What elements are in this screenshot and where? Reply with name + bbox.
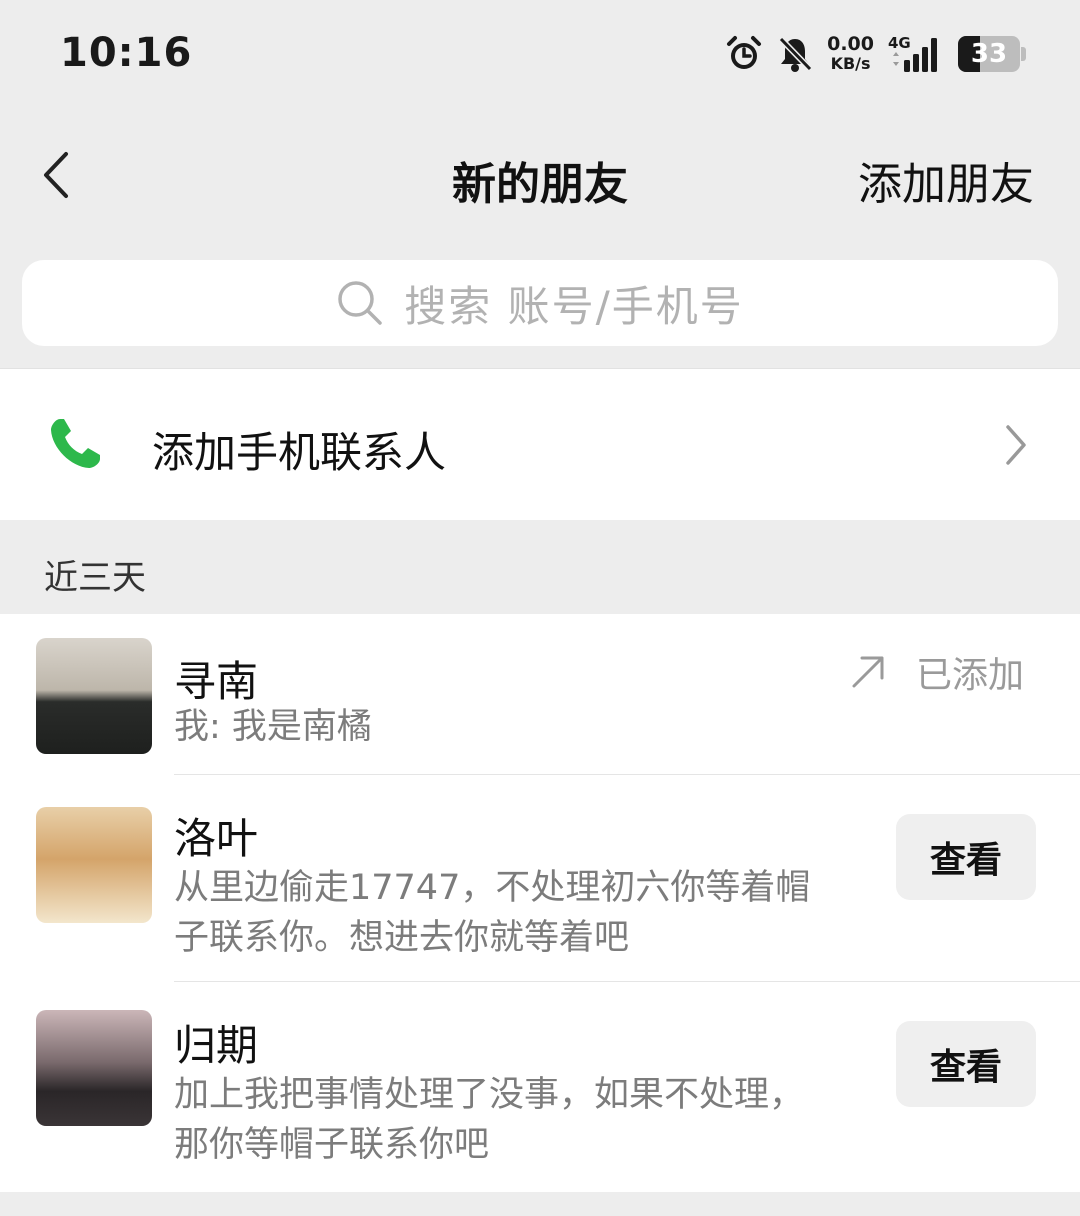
section-label: 近三天 — [44, 558, 146, 598]
alarm-icon — [727, 36, 762, 69]
net-speed: 0.00 KB/s — [827, 34, 874, 74]
arrow-up-right-icon — [852, 656, 884, 688]
status-badge: 已添加 — [848, 646, 1024, 698]
battery-level: 33 — [970, 39, 1008, 69]
net-speed-value: 0.00 — [827, 33, 874, 55]
contact-name: 寻南 — [174, 657, 259, 706]
search-icon — [338, 281, 382, 325]
contact-name: 洛叶 — [174, 814, 259, 863]
chevron-right-icon — [1006, 425, 1026, 465]
net-speed-unit: KB/s — [830, 54, 871, 73]
status-label: 已添加 — [915, 655, 1024, 696]
search-placeholder: 搜索 账号/手机号 — [404, 281, 744, 331]
list-item[interactable]: 洛叶 从里边偷走17747，不处理初六你等着帽子联系你。想进去你就等着吧 查看 — [0, 775, 1080, 982]
status-time: 10:16 — [60, 30, 193, 76]
section-header: 近三天 — [0, 520, 1080, 614]
add-phone-contacts-row[interactable]: 添加手机联系人 — [0, 368, 1080, 520]
signal-group: 4G — [888, 34, 944, 74]
phone-icon — [51, 419, 100, 468]
nav-header: 新的朋友 添加朋友 — [0, 110, 1080, 240]
list-item[interactable]: 归期 加上我把事情处理了没事，如果不处理，那你等帽子联系你吧 查看 — [0, 982, 1080, 1190]
contact-message: 我: 我是南橘 — [174, 707, 372, 747]
contact-name: 归期 — [174, 1021, 259, 1070]
avatar[interactable] — [36, 638, 152, 754]
signal-icon — [893, 38, 937, 72]
contact-message: 加上我把事情处理了没事，如果不处理，那你等帽子联系你吧 — [174, 1075, 805, 1165]
contact-message: 从里边偷走17747，不处理初六你等着帽子联系你。想进去你就等着吧 — [174, 868, 811, 958]
avatar[interactable] — [36, 1010, 152, 1126]
view-button[interactable]: 查看 — [896, 814, 1036, 900]
add-phone-contacts-label: 添加手机联系人 — [152, 428, 447, 477]
search-input[interactable]: 搜索 账号/手机号 — [22, 260, 1058, 346]
battery-icon: 33 — [958, 36, 1026, 72]
status-bar: 10:16 0.00 KB/s 4G 33 — [0, 0, 1080, 110]
avatar[interactable] — [36, 807, 152, 923]
friend-request-list: 寻南 我: 我是南橘 已添加 洛叶 从里边偷走17747，不处理初六你等着帽子联… — [0, 614, 1080, 1192]
bell-off-icon — [778, 36, 813, 72]
view-button[interactable]: 查看 — [896, 1021, 1036, 1107]
status-icons: 0.00 KB/s 4G 33 — [725, 34, 1026, 74]
list-item[interactable]: 寻南 我: 我是南橘 已添加 — [0, 614, 1080, 775]
add-friend-button[interactable]: 添加朋友 — [858, 148, 1034, 212]
